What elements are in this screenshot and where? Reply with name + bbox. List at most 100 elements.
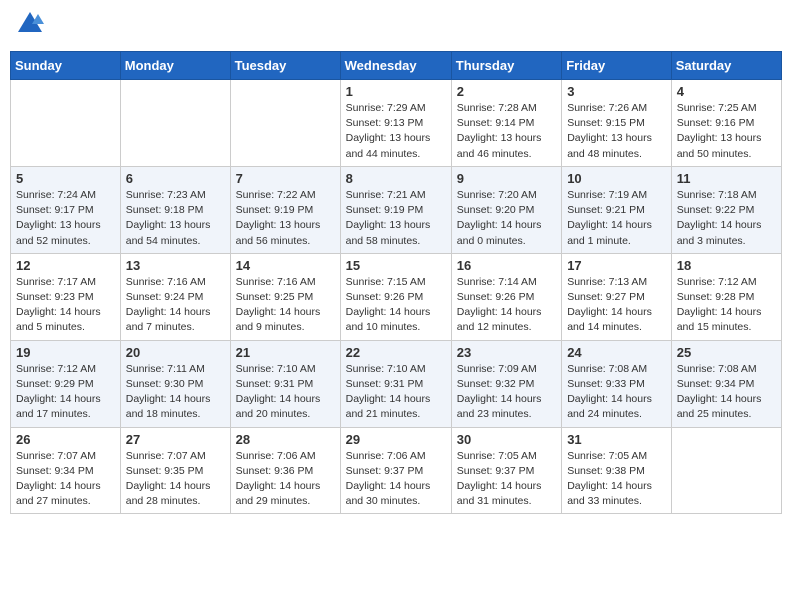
column-header-sunday: Sunday	[11, 52, 121, 80]
day-number: 3	[567, 84, 666, 99]
calendar-cell: 13Sunrise: 7:16 AM Sunset: 9:24 PM Dayli…	[120, 253, 230, 340]
day-number: 14	[236, 258, 335, 273]
column-header-wednesday: Wednesday	[340, 52, 451, 80]
column-header-friday: Friday	[562, 52, 672, 80]
logo-icon	[16, 10, 44, 38]
day-info: Sunrise: 7:24 AM Sunset: 9:17 PM Dayligh…	[16, 188, 115, 249]
day-info: Sunrise: 7:23 AM Sunset: 9:18 PM Dayligh…	[126, 188, 225, 249]
day-info: Sunrise: 7:29 AM Sunset: 9:13 PM Dayligh…	[346, 101, 446, 162]
day-info: Sunrise: 7:10 AM Sunset: 9:31 PM Dayligh…	[346, 362, 446, 423]
column-header-saturday: Saturday	[671, 52, 781, 80]
day-info: Sunrise: 7:12 AM Sunset: 9:28 PM Dayligh…	[677, 275, 776, 336]
calendar-cell: 20 Sunrise: 7:11 AM Sunset: 9:30 PM Dayli…	[120, 340, 230, 427]
day-number: 9	[457, 171, 556, 186]
column-header-tuesday: Tuesday	[230, 52, 340, 80]
calendar-cell: 9 Sunrise: 7:20 AM Sunset: 9:20 PM Daylig…	[451, 166, 561, 253]
day-info: Sunrise: 7:28 AM Sunset: 9:14 PM Dayligh…	[457, 101, 556, 162]
day-info: Sunrise: 7:26 AM Sunset: 9:15 PM Dayligh…	[567, 101, 666, 162]
day-number: 17	[567, 258, 666, 273]
day-number: 30	[457, 432, 556, 447]
day-number: 21	[236, 345, 335, 360]
day-info: Sunrise: 7:09 AM Sunset: 9:32 PM Dayligh…	[457, 362, 556, 423]
calendar-cell: 1 Sunrise: 7:29 AM Sunset: 9:13 PM Daylig…	[340, 80, 451, 167]
day-info: Sunrise: 7:06 AM Sunset: 9:37 PM Dayligh…	[346, 449, 446, 510]
week-row-1: 5 Sunrise: 7:24 AM Sunset: 9:17 PM Daylig…	[11, 166, 782, 253]
day-info: Sunrise: 7:15 AM Sunset: 9:26 PM Dayligh…	[346, 275, 446, 336]
day-info: Sunrise: 7:07 AM Sunset: 9:34 PM Dayligh…	[16, 449, 115, 510]
day-number: 26	[16, 432, 115, 447]
calendar-cell: 16 Sunrise: 7:14 AM Sunset: 9:26 PM Dayli…	[451, 253, 561, 340]
day-number: 13	[126, 258, 225, 273]
day-number: 6	[126, 171, 225, 186]
day-info: Sunrise: 7:13 AM Sunset: 9:27 PM Dayligh…	[567, 275, 666, 336]
calendar-table: SundayMondayTuesdayWednesdayThursdayFrid…	[10, 51, 782, 514]
day-number: 5	[16, 171, 115, 186]
day-info: Sunrise: 7:21 AM Sunset: 9:19 PM Dayligh…	[346, 188, 446, 249]
calendar-cell	[120, 80, 230, 167]
day-number: 8	[346, 171, 446, 186]
day-number: 1	[346, 84, 446, 99]
day-info: Sunrise: 7:19 AM Sunset: 9:21 PM Dayligh…	[567, 188, 666, 249]
calendar-cell: 26 Sunrise: 7:07 AM Sunset: 9:34 PM Dayli…	[11, 427, 121, 514]
calendar-cell: 17 Sunrise: 7:13 AM Sunset: 9:27 PM Dayli…	[562, 253, 672, 340]
day-number: 25	[677, 345, 776, 360]
day-info: Sunrise: 7:17 AM Sunset: 9:23 PM Dayligh…	[16, 275, 115, 336]
day-number: 10	[567, 171, 666, 186]
day-number: 31	[567, 432, 666, 447]
day-number: 16	[457, 258, 556, 273]
calendar-cell: 3 Sunrise: 7:26 AM Sunset: 9:15 PM Daylig…	[562, 80, 672, 167]
column-header-monday: Monday	[120, 52, 230, 80]
day-info: Sunrise: 7:22 AM Sunset: 9:19 PM Dayligh…	[236, 188, 335, 249]
column-header-thursday: Thursday	[451, 52, 561, 80]
logo	[14, 10, 44, 43]
day-info: Sunrise: 7:18 AM Sunset: 9:22 PM Dayligh…	[677, 188, 776, 249]
day-number: 19	[16, 345, 115, 360]
day-number: 7	[236, 171, 335, 186]
calendar-cell: 14 Sunrise: 7:16 AM Sunset: 9:25 PM Dayli…	[230, 253, 340, 340]
day-number: 12	[16, 258, 115, 273]
calendar-cell	[11, 80, 121, 167]
day-number: 29	[346, 432, 446, 447]
day-info: Sunrise: 7:20 AM Sunset: 9:20 PM Dayligh…	[457, 188, 556, 249]
calendar-cell: 10 Sunrise: 7:19 AM Sunset: 9:21 PM Dayli…	[562, 166, 672, 253]
day-info: Sunrise: 7:16 AM Sunset: 9:25 PM Dayligh…	[236, 275, 335, 336]
calendar-cell: 15 Sunrise: 7:15 AM Sunset: 9:26 PM Dayli…	[340, 253, 451, 340]
day-info: Sunrise: 7:05 AM Sunset: 9:37 PM Dayligh…	[457, 449, 556, 510]
day-info: Sunrise: 7:11 AM Sunset: 9:30 PM Dayligh…	[126, 362, 225, 423]
calendar-cell: 2 Sunrise: 7:28 AM Sunset: 9:14 PM Daylig…	[451, 80, 561, 167]
calendar-cell: 12 Sunrise: 7:17 AM Sunset: 9:23 PM Dayli…	[11, 253, 121, 340]
day-number: 24	[567, 345, 666, 360]
calendar-cell: 28Sunrise: 7:06 AM Sunset: 9:36 PM Dayli…	[230, 427, 340, 514]
calendar-cell: 18 Sunrise: 7:12 AM Sunset: 9:28 PM Dayli…	[671, 253, 781, 340]
calendar-cell: 30 Sunrise: 7:05 AM Sunset: 9:37 PM Dayli…	[451, 427, 561, 514]
day-info: Sunrise: 7:08 AM Sunset: 9:34 PM Dayligh…	[677, 362, 776, 423]
calendar-cell: 11 Sunrise: 7:18 AM Sunset: 9:22 PM Dayli…	[671, 166, 781, 253]
day-number: 11	[677, 171, 776, 186]
calendar-cell: 23 Sunrise: 7:09 AM Sunset: 9:32 PM Dayli…	[451, 340, 561, 427]
calendar-cell: 29 Sunrise: 7:06 AM Sunset: 9:37 PM Dayli…	[340, 427, 451, 514]
week-row-2: 12 Sunrise: 7:17 AM Sunset: 9:23 PM Dayli…	[11, 253, 782, 340]
calendar-cell: 25 Sunrise: 7:08 AM Sunset: 9:34 PM Dayli…	[671, 340, 781, 427]
day-info: Sunrise: 7:12 AM Sunset: 9:29 PM Dayligh…	[16, 362, 115, 423]
day-number: 20	[126, 345, 225, 360]
calendar-cell: 5 Sunrise: 7:24 AM Sunset: 9:17 PM Daylig…	[11, 166, 121, 253]
calendar-cell: 8 Sunrise: 7:21 AM Sunset: 9:19 PM Daylig…	[340, 166, 451, 253]
day-info: Sunrise: 7:25 AM Sunset: 9:16 PM Dayligh…	[677, 101, 776, 162]
calendar-cell: 27Sunrise: 7:07 AM Sunset: 9:35 PM Dayli…	[120, 427, 230, 514]
calendar-cell: 19 Sunrise: 7:12 AM Sunset: 9:29 PM Dayli…	[11, 340, 121, 427]
day-number: 15	[346, 258, 446, 273]
page-header	[10, 10, 782, 43]
calendar-header-row: SundayMondayTuesdayWednesdayThursdayFrid…	[11, 52, 782, 80]
calendar-cell: 31Sunrise: 7:05 AM Sunset: 9:38 PM Dayli…	[562, 427, 672, 514]
day-number: 4	[677, 84, 776, 99]
calendar-cell: 24 Sunrise: 7:08 AM Sunset: 9:33 PM Dayli…	[562, 340, 672, 427]
day-number: 2	[457, 84, 556, 99]
day-info: Sunrise: 7:08 AM Sunset: 9:33 PM Dayligh…	[567, 362, 666, 423]
day-number: 23	[457, 345, 556, 360]
week-row-3: 19 Sunrise: 7:12 AM Sunset: 9:29 PM Dayli…	[11, 340, 782, 427]
calendar-cell	[230, 80, 340, 167]
day-number: 22	[346, 345, 446, 360]
day-number: 18	[677, 258, 776, 273]
day-info: Sunrise: 7:14 AM Sunset: 9:26 PM Dayligh…	[457, 275, 556, 336]
calendar-cell: 4 Sunrise: 7:25 AM Sunset: 9:16 PM Daylig…	[671, 80, 781, 167]
